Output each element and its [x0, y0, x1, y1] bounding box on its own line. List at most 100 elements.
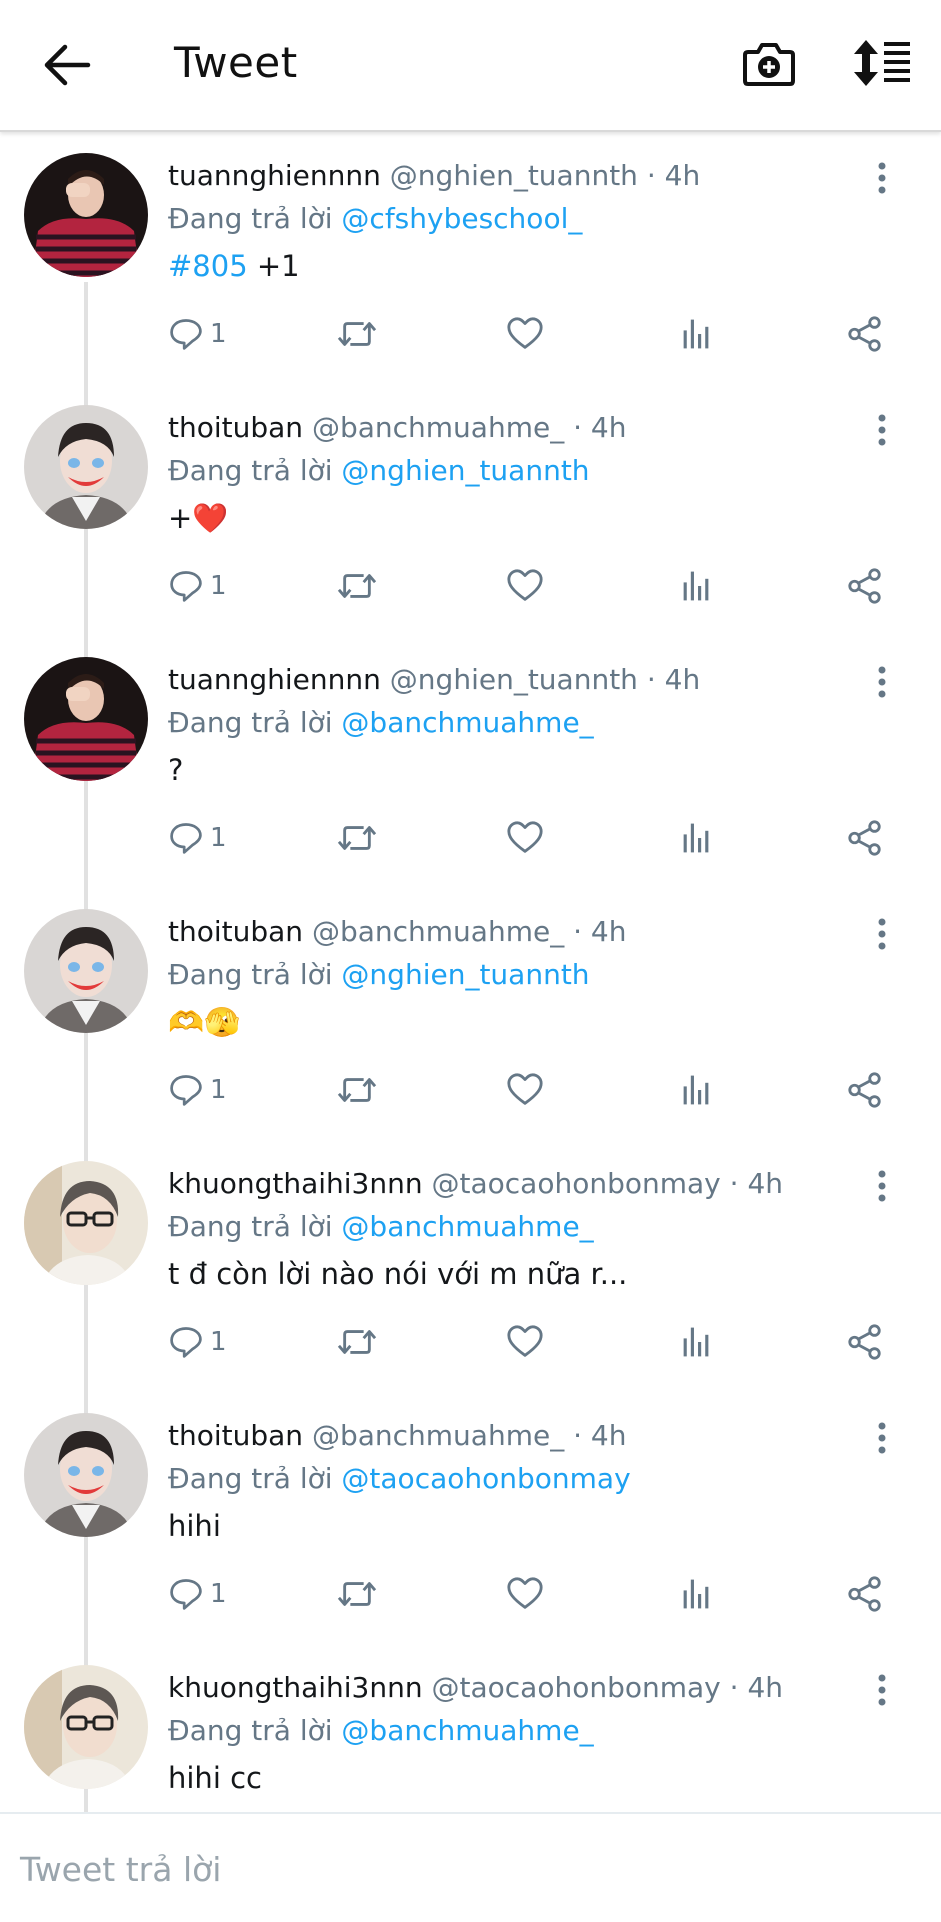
tweet-item[interactable]: thoituban @banchmuahme_ · 4h Đang trả lờ… [0, 888, 941, 1140]
reply-button[interactable]: 1 [168, 1318, 227, 1366]
retweet-icon [336, 1575, 378, 1613]
share-button[interactable] [846, 310, 884, 358]
reply-mention-link[interactable]: @nghien_tuannth [341, 958, 589, 991]
more-vertical-icon [872, 158, 892, 198]
like-button[interactable] [506, 1318, 544, 1366]
display-name[interactable]: thoituban [168, 411, 303, 444]
reply-context: Đang trả lời @nghien_tuannth [168, 957, 590, 993]
retweet-icon [336, 819, 378, 857]
tweet-actions: 1 [168, 1318, 908, 1368]
reply-button[interactable]: 1 [168, 310, 227, 358]
like-button[interactable] [506, 814, 544, 862]
view-stats-button[interactable] [678, 814, 714, 862]
view-stats-button[interactable] [678, 1570, 714, 1618]
reply-mention-link[interactable]: @taocaohonbonmay [341, 1462, 630, 1495]
reply-button[interactable]: 1 [168, 1570, 227, 1618]
share-button[interactable] [846, 1066, 884, 1114]
reply-button[interactable]: 1 [168, 562, 227, 610]
like-button[interactable] [506, 562, 544, 610]
reply-label: Đang trả lời [168, 706, 333, 739]
retweet-button[interactable] [336, 1570, 378, 1618]
more-options-button[interactable] [872, 410, 908, 454]
reply-context: Đang trả lời @banchmuahme_ [168, 1713, 594, 1749]
camera-button[interactable] [742, 36, 796, 90]
like-button[interactable] [506, 1066, 544, 1114]
more-options-button[interactable] [872, 1670, 908, 1714]
user-handle: @nghien_tuannth [389, 663, 638, 696]
like-button[interactable] [506, 310, 544, 358]
hashtag-link[interactable]: #805 [168, 249, 248, 283]
heart-icon [506, 1071, 544, 1109]
tweet-text: +❤️ [168, 501, 229, 535]
more-options-button[interactable] [872, 1418, 908, 1462]
reply-mention-link[interactable]: @cfshybeschool_ [341, 202, 582, 235]
reply-context: Đang trả lời @nghien_tuannth [168, 453, 590, 489]
avatar[interactable] [24, 657, 148, 781]
reply-mention-link[interactable]: @banchmuahme_ [341, 1714, 593, 1747]
share-button[interactable] [846, 562, 884, 610]
share-button[interactable] [846, 814, 884, 862]
retweet-button[interactable] [336, 1318, 378, 1366]
avatar[interactable] [24, 153, 148, 277]
reply-count: 1 [210, 319, 227, 349]
more-vertical-icon [872, 410, 892, 450]
tweet-item[interactable]: tuannghiennnn @nghien_tuannth · 4h Đang … [0, 132, 941, 384]
retweet-button[interactable] [336, 310, 378, 358]
reply-button[interactable]: 1 [168, 814, 227, 862]
display-name[interactable]: thoituban [168, 1419, 303, 1452]
avatar[interactable] [24, 909, 148, 1033]
reply-count: 1 [210, 823, 227, 853]
share-icon [846, 1323, 884, 1361]
display-name[interactable]: tuannghiennnn [168, 663, 381, 696]
reply-mention-link[interactable]: @banchmuahme_ [341, 706, 593, 739]
reply-composer[interactable]: Tweet trả lời [0, 1812, 941, 1922]
tweet-item[interactable]: thoituban @banchmuahme_ · 4h Đang trả lờ… [0, 384, 941, 636]
view-stats-button[interactable] [678, 1318, 714, 1366]
tweet-text: t đ còn lời nào nói với m nữa r... [168, 1257, 628, 1291]
sort-button[interactable] [852, 36, 912, 90]
share-button[interactable] [846, 1570, 884, 1618]
share-button[interactable] [846, 1318, 884, 1366]
back-button[interactable] [40, 38, 94, 92]
avatar[interactable] [24, 405, 148, 529]
reply-icon [168, 1072, 204, 1108]
tweet-item[interactable]: tuannghiennnn @nghien_tuannth · 4h Đang … [0, 636, 941, 888]
view-stats-button[interactable] [678, 310, 714, 358]
avatar[interactable] [24, 1413, 148, 1537]
reply-mention-link[interactable]: @banchmuahme_ [341, 1210, 593, 1243]
tweet-item[interactable]: khuongthaihi3nnn @taocaohonbonmay · 4h Đ… [0, 1140, 941, 1392]
reply-input-placeholder[interactable]: Tweet trả lời [20, 1850, 221, 1889]
retweet-button[interactable] [336, 1066, 378, 1114]
display-name[interactable]: khuongthaihi3nnn [168, 1671, 423, 1704]
display-name[interactable]: thoituban [168, 915, 303, 948]
bar-chart-icon [678, 1576, 714, 1612]
more-options-button[interactable] [872, 1166, 908, 1210]
more-options-button[interactable] [872, 914, 908, 958]
more-vertical-icon [872, 1166, 892, 1206]
reply-count: 1 [210, 571, 227, 601]
more-options-button[interactable] [872, 158, 908, 202]
avatar[interactable] [24, 1161, 148, 1285]
retweet-button[interactable] [336, 814, 378, 862]
avatar[interactable] [24, 1665, 148, 1789]
display-name[interactable]: tuannghiennnn [168, 159, 381, 192]
display-name[interactable]: khuongthaihi3nnn [168, 1167, 423, 1200]
reply-mention-link[interactable]: @nghien_tuannth [341, 454, 589, 487]
reply-button[interactable]: 1 [168, 1066, 227, 1114]
like-button[interactable] [506, 1570, 544, 1618]
tweet-item[interactable]: thoituban @banchmuahme_ · 4h Đang trả lờ… [0, 1392, 941, 1644]
tweet-header: tuannghiennnn @nghien_tuannth · 4h [168, 158, 848, 194]
tweet-time: · 4h [729, 1671, 784, 1704]
retweet-button[interactable] [336, 562, 378, 610]
top-app-bar: Tweet [0, 0, 941, 132]
tweet-item[interactable]: khuongthaihi3nnn @taocaohonbonmay · 4h Đ… [0, 1644, 941, 1812]
user-handle: @taocaohonbonmay [431, 1671, 721, 1704]
view-stats-button[interactable] [678, 1066, 714, 1114]
share-icon [846, 1575, 884, 1613]
tweet-time: · 4h [573, 411, 627, 444]
view-stats-button[interactable] [678, 562, 714, 610]
tweet-header: khuongthaihi3nnn @taocaohonbonmay · 4h [168, 1166, 848, 1202]
more-options-button[interactable] [872, 662, 908, 706]
tweet-actions: 1 [168, 1066, 908, 1116]
heart-icon [506, 315, 544, 353]
